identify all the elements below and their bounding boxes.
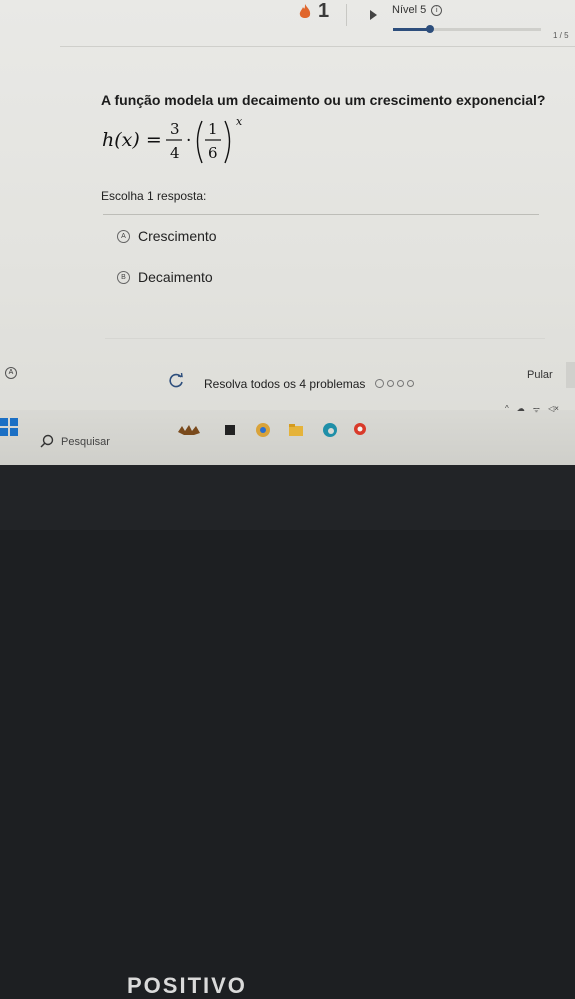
exponent: x bbox=[236, 115, 243, 128]
divider bbox=[105, 338, 545, 339]
level-label[interactable]: Nível 5 i bbox=[392, 4, 443, 16]
laptop-bezel: POSITIVO bbox=[0, 465, 575, 998]
windows-icon[interactable] bbox=[0, 418, 18, 436]
multiplication-dot: · bbox=[186, 131, 191, 151]
play-icon[interactable] bbox=[370, 10, 377, 20]
streak-count: 1 bbox=[318, 0, 330, 22]
wifi-icon[interactable]: ᯤ bbox=[533, 404, 540, 415]
top-bar: 1 Nível 5 i 1 / 5 bbox=[0, 0, 575, 44]
progress-knob bbox=[426, 25, 434, 33]
progress-count: 1 / 5 bbox=[553, 31, 569, 40]
option-letter: A bbox=[117, 229, 130, 243]
option-letter: B bbox=[117, 270, 130, 284]
folder-icon[interactable] bbox=[288, 422, 304, 438]
level-progress-bar bbox=[393, 25, 541, 33]
info-icon[interactable]: i bbox=[431, 5, 443, 16]
problem-dot bbox=[397, 380, 404, 387]
chrome-icon[interactable] bbox=[255, 422, 271, 438]
footer-bar: A Resolva todos os 4 problemas Pular bbox=[0, 362, 575, 402]
problem-dots bbox=[375, 379, 414, 388]
instruction-text: Escolha 1 resposta: bbox=[101, 189, 207, 203]
progress-fill bbox=[393, 28, 430, 31]
divider bbox=[346, 4, 347, 26]
option-label: Decaimento bbox=[138, 269, 213, 285]
divider bbox=[60, 46, 575, 47]
option-a[interactable]: A Crescimento bbox=[117, 228, 217, 244]
problem-dot bbox=[407, 380, 414, 387]
base-denominator: 6 bbox=[208, 144, 218, 162]
edge-icon[interactable] bbox=[322, 422, 338, 438]
function-formula: h(x) = 3 4 · 1 6 x bbox=[102, 115, 243, 164]
search-icon[interactable] bbox=[40, 434, 54, 448]
divider bbox=[103, 214, 539, 215]
problem-dot bbox=[387, 380, 394, 387]
formula-lhs: h(x) = bbox=[102, 129, 162, 151]
app-screen: 1 Nível 5 i 1 / 5 A função modela um dec… bbox=[0, 0, 575, 465]
coef-numerator: 3 bbox=[170, 120, 180, 138]
animal-icon[interactable] bbox=[176, 422, 202, 438]
base-numerator: 1 bbox=[208, 120, 218, 138]
refresh-icon bbox=[169, 372, 183, 388]
coef-denominator: 4 bbox=[170, 144, 180, 162]
footer-badge: A bbox=[5, 367, 17, 379]
volume-icon[interactable]: ◁× bbox=[548, 404, 559, 415]
tray-chevron-icon[interactable]: ^ bbox=[505, 404, 509, 415]
brand-logo: POSITIVO bbox=[127, 973, 247, 998]
option-b[interactable]: B Decaimento bbox=[117, 269, 213, 285]
level-text: Nível 5 bbox=[392, 4, 427, 16]
cloud-icon[interactable]: ☁ bbox=[517, 404, 525, 415]
skip-button[interactable]: Pular bbox=[527, 369, 553, 381]
maps-icon[interactable] bbox=[352, 422, 368, 438]
system-tray: ^ ☁ ᯤ ◁× bbox=[505, 404, 559, 415]
app-icon[interactable] bbox=[222, 422, 238, 438]
taskbar-search-input[interactable]: Pesquisar bbox=[61, 436, 110, 448]
option-label: Crescimento bbox=[138, 228, 217, 244]
check-button[interactable] bbox=[566, 362, 575, 388]
flame-icon bbox=[299, 4, 311, 18]
solve-all-label: Resolva todos os 4 problemas bbox=[204, 377, 366, 391]
question-prompt: A função modela um decaimento ou um cres… bbox=[101, 92, 546, 108]
problem-dot bbox=[375, 379, 384, 388]
